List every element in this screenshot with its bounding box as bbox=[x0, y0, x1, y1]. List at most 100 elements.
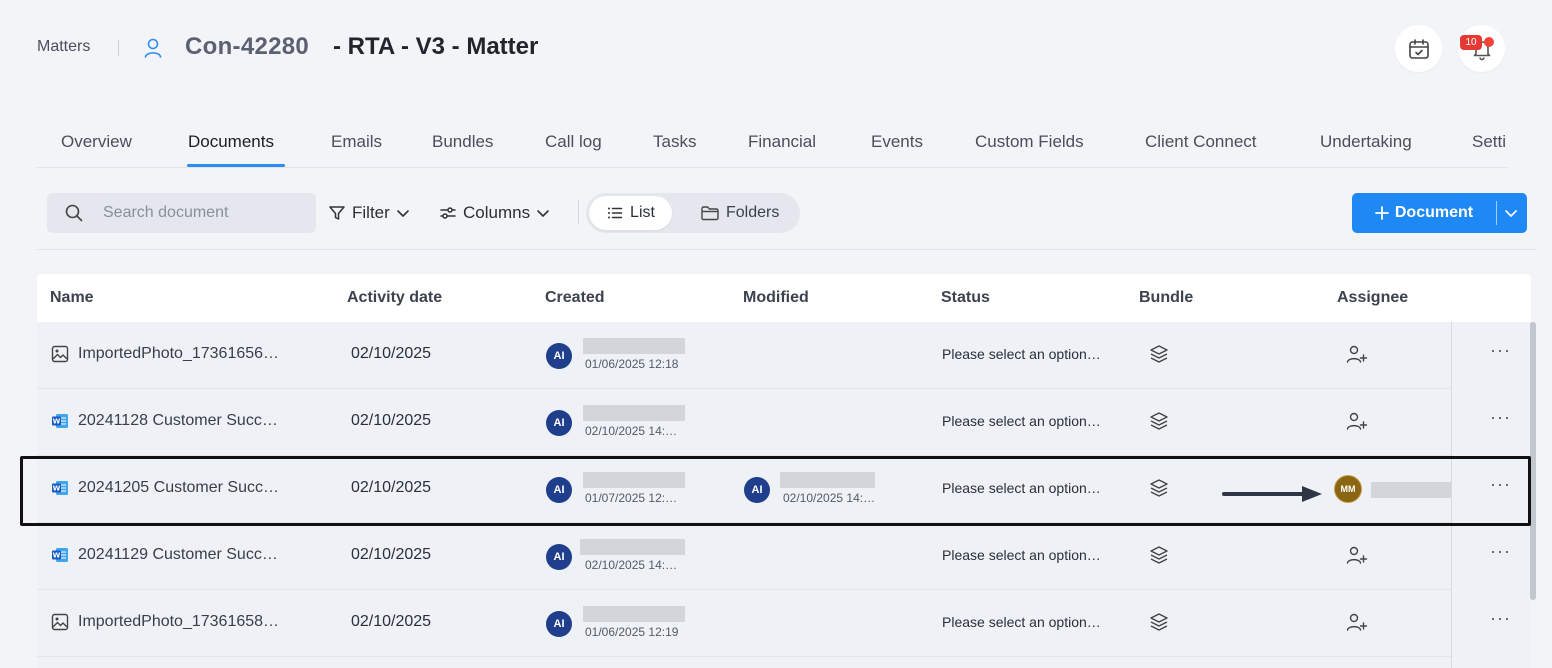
add-document-main[interactable]: Document bbox=[1352, 193, 1496, 233]
document-name[interactable]: 20241129 Customer Succ… bbox=[78, 546, 290, 564]
status-select[interactable]: Please select an option… bbox=[942, 614, 1110, 630]
activity-date: 02/10/2025 bbox=[351, 546, 432, 563]
column-header-activity-date[interactable]: Activity date bbox=[347, 289, 442, 307]
created-by-avatar: AI bbox=[546, 544, 572, 570]
tab-emails[interactable]: Emails bbox=[331, 132, 382, 152]
column-header-name[interactable]: Name bbox=[50, 289, 94, 307]
breadcrumb-matters[interactable]: Matters bbox=[37, 38, 90, 56]
filter-button[interactable]: Filter bbox=[328, 200, 410, 226]
redacted-creator-name bbox=[580, 539, 685, 555]
status-select[interactable]: Please select an option… bbox=[942, 480, 1110, 496]
document-name[interactable]: ImportedPhoto_17361658… bbox=[78, 613, 290, 631]
notification-dot bbox=[1484, 37, 1494, 47]
document-name[interactable]: 20241205 Customer Succ… bbox=[78, 479, 290, 497]
table-row[interactable]: W 20241129 Customer Succ… 02/10/2025 AI … bbox=[37, 523, 1451, 590]
created-by-avatar: AI bbox=[546, 477, 572, 503]
document-name[interactable]: ImportedPhoto_17361656… bbox=[78, 345, 290, 363]
document-name[interactable]: 20241128 Customer Succ… bbox=[78, 412, 290, 430]
created-timestamp: 02/10/2025 14:… bbox=[585, 558, 678, 572]
notification-count-badge: 10 bbox=[1460, 35, 1482, 50]
table-row[interactable]: ImportedPhoto_17361658… 02/10/2025 AI 01… bbox=[37, 590, 1451, 657]
created-timestamp: 01/06/2025 12:19 bbox=[585, 625, 679, 639]
activity-date: 02/10/2025 bbox=[351, 345, 432, 362]
row-actions-column: ··· ··· ··· ··· ··· bbox=[1451, 322, 1517, 668]
table-scrollbar[interactable] bbox=[1530, 322, 1536, 600]
redacted-creator-name bbox=[583, 338, 685, 354]
plus-icon bbox=[1374, 206, 1389, 220]
chevron-down-icon bbox=[537, 210, 549, 217]
image-file-icon bbox=[51, 613, 69, 631]
columns-button[interactable]: Columns bbox=[439, 200, 550, 226]
status-select[interactable]: Please select an option… bbox=[942, 413, 1110, 429]
calendar-button[interactable] bbox=[1395, 25, 1442, 72]
column-header-bundle[interactable]: Bundle bbox=[1139, 289, 1193, 307]
more-options-icon[interactable]: ··· bbox=[1490, 407, 1511, 428]
created-timestamp: 01/07/2025 12:… bbox=[585, 491, 678, 505]
more-options-icon[interactable]: ··· bbox=[1490, 474, 1511, 495]
column-header-status[interactable]: Status bbox=[941, 289, 990, 307]
svg-text:W: W bbox=[53, 552, 61, 560]
more-options-icon[interactable]: ··· bbox=[1490, 541, 1511, 562]
word-file-icon: W bbox=[52, 548, 68, 562]
search-box[interactable] bbox=[47, 193, 316, 233]
sliders-icon bbox=[440, 207, 456, 219]
created-by-avatar: AI bbox=[546, 410, 572, 436]
breadcrumb-separator bbox=[118, 40, 119, 56]
tab-documents[interactable]: Documents bbox=[188, 132, 274, 152]
activity-date: 02/10/2025 bbox=[351, 613, 432, 630]
assignee-avatar[interactable]: MM bbox=[1334, 475, 1362, 503]
list-icon bbox=[608, 207, 623, 219]
tab-undertaking[interactable]: Undertaking bbox=[1320, 132, 1412, 152]
add-document-button[interactable]: Document bbox=[1352, 193, 1527, 233]
created-timestamp: 01/06/2025 12:18 bbox=[585, 357, 679, 371]
calendar-check-icon bbox=[1408, 38, 1429, 59]
view-folders-button[interactable]: Folders bbox=[700, 196, 779, 230]
add-user-icon bbox=[1346, 345, 1368, 363]
tab-tasks[interactable]: Tasks bbox=[653, 132, 696, 152]
documents-table: Name Activity date Created Modified Stat… bbox=[37, 274, 1531, 668]
tab-client-connect[interactable]: Client Connect bbox=[1145, 132, 1257, 152]
tab-financial[interactable]: Financial bbox=[748, 132, 816, 152]
more-options-icon[interactable]: ··· bbox=[1490, 340, 1511, 361]
folder-icon bbox=[701, 206, 719, 221]
tab-call-log[interactable]: Call log bbox=[545, 132, 602, 152]
redacted-creator-name bbox=[583, 405, 685, 421]
page-header: Matters Con-42280 - RTA - V3 - Matter 10 bbox=[0, 0, 1552, 100]
search-icon bbox=[65, 204, 83, 222]
add-document-label: Document bbox=[1394, 204, 1474, 221]
modified-timestamp: 02/10/2025 14:… bbox=[783, 491, 876, 505]
activity-date: 02/10/2025 bbox=[351, 412, 432, 429]
search-input[interactable] bbox=[103, 193, 303, 233]
redacted-modifier-name bbox=[780, 472, 875, 488]
view-list-button[interactable]: List bbox=[589, 196, 672, 230]
matter-tabs: Overview Documents Emails Bundles Call l… bbox=[37, 118, 1507, 168]
modified-by-avatar: AI bbox=[744, 477, 770, 503]
tab-events[interactable]: Events bbox=[871, 132, 923, 152]
arrow-annotation-icon bbox=[1222, 486, 1322, 502]
created-timestamp: 02/10/2025 14:… bbox=[585, 424, 678, 438]
tab-overview[interactable]: Overview bbox=[61, 132, 132, 152]
layers-icon bbox=[1150, 546, 1168, 564]
tab-bundles[interactable]: Bundles bbox=[432, 132, 493, 152]
active-tab-indicator bbox=[187, 164, 285, 167]
more-options-icon[interactable]: ··· bbox=[1490, 608, 1511, 629]
column-header-created[interactable]: Created bbox=[545, 289, 605, 307]
layers-icon bbox=[1150, 345, 1168, 363]
filter-label: Filter bbox=[352, 203, 390, 222]
status-select[interactable]: Please select an option… bbox=[942, 547, 1110, 563]
redacted-creator-name bbox=[583, 472, 685, 488]
table-row[interactable]: ImportedPhoto_17361656… 02/10/2025 AI 01… bbox=[37, 322, 1451, 389]
image-file-icon bbox=[51, 345, 69, 363]
word-file-icon: W bbox=[52, 481, 68, 495]
tab-custom-fields[interactable]: Custom Fields bbox=[975, 132, 1084, 152]
status-select[interactable]: Please select an option… bbox=[942, 346, 1110, 362]
column-header-modified[interactable]: Modified bbox=[743, 289, 809, 307]
add-user-icon bbox=[1346, 546, 1368, 564]
table-row[interactable]: W 20241128 Customer Succ… 02/10/2025 AI … bbox=[37, 389, 1451, 456]
chevron-down-icon bbox=[396, 210, 409, 217]
chevron-down-icon bbox=[1505, 210, 1517, 217]
column-header-assignee[interactable]: Assignee bbox=[1337, 289, 1408, 307]
view-toggle: List Folders bbox=[586, 193, 800, 233]
add-user-icon bbox=[1346, 412, 1368, 430]
tab-settings[interactable]: Setti bbox=[1472, 132, 1506, 152]
